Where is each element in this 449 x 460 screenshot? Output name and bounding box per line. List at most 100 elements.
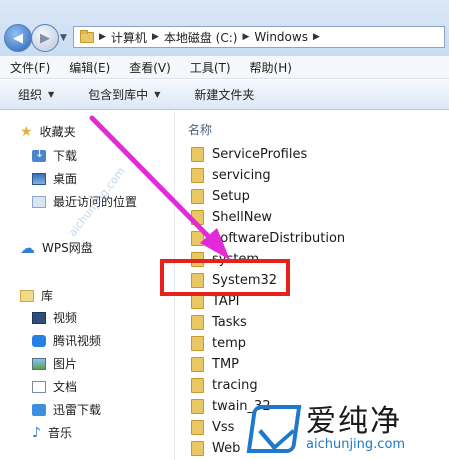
breadcrumb-local-disk[interactable]: 本地磁盘 (C:) [164,29,238,46]
music-note-icon: ♪ [32,424,41,441]
chevron-down-icon: ▼ [154,90,161,99]
title-bar: ◀ ▶ ▼ ▶ 计算机 ▶ 本地磁盘 (C:) ▶ Windows ▶ [0,0,449,56]
folder-icon [191,440,204,456]
folder-name: Vss [212,419,235,435]
folder-icon [191,230,204,246]
breadcrumb-separator-icon[interactable]: ▶ [313,32,320,42]
back-arrow-icon: ◀ [13,30,23,46]
nav-favorites-label: 收藏夹 [39,125,76,139]
nav-xunlei[interactable]: 迅雷下载 [32,401,101,418]
menu-view[interactable]: 查看(V) [129,59,171,76]
nav-pictures-label: 图片 [53,357,78,371]
nav-downloads[interactable]: 下载 [32,147,77,164]
recent-pages-dropdown[interactable]: ▼ [60,33,67,43]
nav-favorites[interactable]: ★ 收藏夹 [20,123,76,140]
folder-icon [191,356,204,372]
system32-highlight-box [160,259,290,296]
folder-name: servicing [212,167,271,183]
chevron-down-icon: ▼ [48,90,55,99]
include-in-library-button[interactable]: 包含到库中 ▼ [88,86,160,103]
folder-row[interactable]: TMP [191,355,239,373]
nav-tencent-video[interactable]: 腾讯视频 [32,332,101,349]
folder-name: ServiceProfiles [212,146,308,162]
nav-wps-drive[interactable]: ☁ WPS网盘 [20,239,93,256]
folder-name: Tasks [212,314,247,330]
menu-edit[interactable]: 编辑(E) [69,59,110,76]
folder-icon [191,419,204,435]
nav-videos[interactable]: 视频 [32,309,77,326]
desktop-icon [32,172,46,185]
include-in-library-label: 包含到库中 [88,88,149,102]
nav-pictures[interactable]: 图片 [32,355,77,372]
breadcrumb-computer[interactable]: 计算机 [111,29,147,46]
folder-name: TMP [212,356,239,372]
folder-name: Web [212,440,241,456]
brand-logo-icon [246,405,302,453]
xunlei-icon [32,403,46,416]
nav-desktop-label: 桌面 [53,172,78,186]
forward-arrow-icon: ▶ [40,30,50,46]
nav-libraries-label: 库 [41,289,54,303]
tencent-video-icon [32,334,46,347]
folder-row[interactable]: Web [191,439,240,457]
command-toolbar: 组织 ▼ 包含到库中 ▼ 新建文件夹 [0,80,449,110]
nav-documents[interactable]: 文档 [32,378,77,395]
folder-name: tracing [212,377,258,393]
folder-name: temp [212,335,247,351]
navigation-pane: ★ 收藏夹 下载 桌面 最近访问的位置 ☁ WPS网盘 库 视频 腾讯视频 图片… [0,111,175,460]
breadcrumb-separator-icon[interactable]: ▶ [99,32,106,42]
star-icon: ★ [20,123,33,140]
folder-row[interactable]: Setup [191,187,250,205]
folder-icon [191,167,204,183]
folder-row[interactable]: temp [191,334,246,352]
nav-documents-label: 文档 [53,380,78,394]
breadcrumb-separator-icon[interactable]: ▶ [242,32,249,42]
download-icon [32,147,46,162]
forward-button[interactable]: ▶ [31,24,59,52]
menu-tools[interactable]: 工具(T) [190,59,231,76]
menu-help[interactable]: 帮助(H) [250,59,292,76]
folder-row[interactable]: servicing [191,166,271,184]
new-folder-label: 新建文件夹 [194,88,255,102]
folder-icon [191,188,204,204]
nav-videos-label: 视频 [53,311,78,325]
address-bar[interactable]: ▶ 计算机 ▶ 本地磁盘 (C:) ▶ Windows ▶ [73,26,445,48]
nav-desktop[interactable]: 桌面 [32,170,77,187]
folder-row[interactable]: Vss [191,418,234,436]
breadcrumb-windows[interactable]: Windows [254,30,308,44]
folder-row[interactable]: SoftwareDistribution [191,229,345,247]
new-folder-button[interactable]: 新建文件夹 [194,86,254,103]
brand-watermark: 爱纯净 aichunjing.com [246,398,449,460]
folder-name: SoftwareDistribution [212,230,346,246]
folder-icon [191,377,204,393]
picture-icon [32,357,46,370]
menu-bar: 文件(F) 编辑(E) 查看(V) 工具(T) 帮助(H) [0,56,449,79]
brand-url: aichunjing.com [306,436,406,452]
nav-tencent-video-label: 腾讯视频 [53,334,102,348]
folder-icon [191,209,204,225]
folder-row[interactable]: ServiceProfiles [191,145,307,163]
library-icon [20,289,34,302]
cloud-icon: ☁ [20,238,35,257]
organize-label: 组织 [18,88,43,102]
folder-icon [191,398,204,414]
folder-row[interactable]: ShellNew [191,208,272,226]
nav-music[interactable]: ♪ 音乐 [32,424,72,441]
nav-libraries[interactable]: 库 [20,287,53,304]
organize-button[interactable]: 组织 ▼ [18,86,54,103]
nav-music-label: 音乐 [47,426,72,440]
menu-file[interactable]: 文件(F) [10,59,50,76]
back-button[interactable]: ◀ [4,24,32,52]
breadcrumb-separator-icon[interactable]: ▶ [152,32,159,42]
folder-name: Setup [212,188,250,204]
folder-row[interactable]: Tasks [191,313,247,331]
brand-name: 爱纯净 [306,404,402,440]
video-icon [32,311,46,324]
folder-icon [191,314,204,330]
folder-row[interactable]: tracing [191,376,258,394]
document-icon [32,380,46,393]
recent-places-icon [32,195,46,208]
folder-icon [80,29,94,43]
column-header-name[interactable]: 名称 [188,121,212,138]
folder-name: ShellNew [212,209,273,225]
